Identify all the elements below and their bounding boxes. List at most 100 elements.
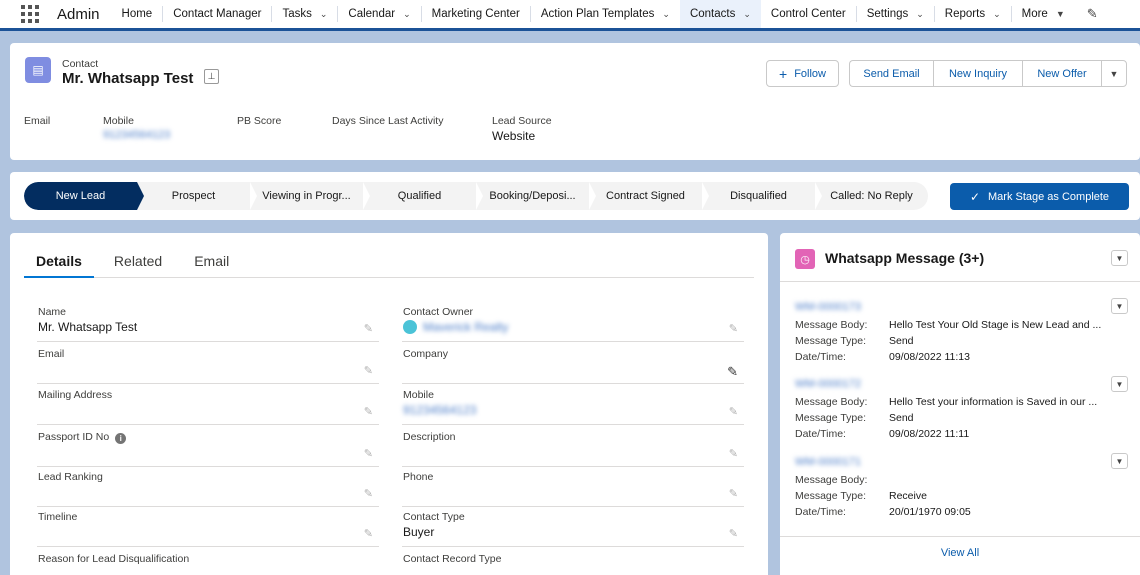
highlight-value[interactable]: 91234564123 [103,129,170,141]
send-email-button[interactable]: Send Email [849,60,933,87]
edit-pencil-icon[interactable]: ✎ [364,447,373,460]
highlight-label: Days Since Last Activity [332,115,444,127]
field-label: Name [38,306,67,318]
tab-email[interactable]: Email [182,247,241,278]
highlight-label: Lead Source [492,115,552,127]
send-email-label: Send Email [863,67,920,80]
field-label: Contact Owner [403,306,474,318]
edit-pencil-icon[interactable]: ✎ [729,527,738,540]
whatsapp-message-icon: ◷ [795,249,815,269]
stage-label: Booking/Deposi... [489,190,576,202]
stage-path: New Lead Prospect Viewing in Progr... Qu… [10,172,1140,220]
row-actions-button[interactable]: ▼ [1111,298,1128,314]
nav-item-tasks[interactable]: Tasks ⌄ [272,0,337,28]
app-name: Admin [57,5,100,23]
chevron-down-icon[interactable]: ⌄ [662,9,670,20]
nav-item-contact-manager[interactable]: Contact Manager [163,0,271,28]
message-item: WM-0000173 Message Body: Hello Test Your … [795,301,1135,365]
message-name-link[interactable]: WM-0000173 [795,301,1135,317]
edit-pencil-icon[interactable]: ✎ [364,527,373,540]
chevron-down-icon[interactable]: ⌄ [916,9,924,20]
chevron-down-icon[interactable]: ⌄ [743,9,751,20]
highlight-value: Website [492,129,536,143]
field-contact-record-type: Contact Record Type [402,551,744,575]
edit-pencil-icon[interactable]: ✎ [727,364,738,380]
contact-card-icon: ▤ [25,57,51,83]
chevron-down-icon[interactable]: ⌄ [993,9,1001,20]
tab-details[interactable]: Details [24,247,94,278]
tab-related[interactable]: Related [102,247,174,278]
nav-item-action-plan-templates[interactable]: Action Plan Templates ⌄ [531,0,680,28]
new-inquiry-button[interactable]: New Inquiry [933,60,1022,87]
path-stage-booking-deposit[interactable]: Booking/Deposi... [476,182,596,210]
row-actions-button[interactable]: ▼ [1111,453,1128,469]
app-launcher-waffle-icon[interactable] [21,5,39,23]
row-actions-button[interactable]: ▼ [1111,376,1128,392]
nav-item-more[interactable]: More ▼ [1012,0,1075,28]
field-passport-id-no: Passport ID No i ✎ [37,429,379,467]
path-stage-called-no-reply[interactable]: Called: No Reply [815,182,928,210]
hierarchy-button[interactable]: ⊥ [204,69,219,84]
chevron-down-icon[interactable]: ⌄ [320,9,328,20]
chevron-down-icon[interactable]: ⌄ [403,9,411,20]
nav-item-reports[interactable]: Reports ⌄ [935,0,1011,28]
field-name: Name Mr. Whatsapp Test ✎ [37,304,379,342]
field-value[interactable]: 91234564123 [403,403,476,417]
edit-pencil-icon[interactable]: ✎ [729,405,738,418]
field-label: Reason for Lead Disqualification [38,553,190,565]
field-label: Contact Type [403,511,465,523]
path-stage-disqualified[interactable]: Disqualified [702,182,822,210]
nav-item-settings[interactable]: Settings ⌄ [857,0,934,28]
nav-item-label: Tasks [282,8,312,20]
edit-pencil-icon[interactable]: ✎ [364,322,373,335]
edit-nav-pencil-icon[interactable]: ✎ [1087,6,1098,22]
nav-item-control-center[interactable]: Control Center [761,0,856,28]
owner-link[interactable]: Maverick Realty [423,320,508,334]
info-icon[interactable]: i [115,433,127,444]
list-actions-button[interactable]: ▼ [1111,250,1128,266]
more-actions-button[interactable]: ▼ [1101,60,1127,87]
path-stage-viewing-in-progress[interactable]: Viewing in Progr... [250,182,370,210]
message-name-link[interactable]: WM-0000171 [795,456,1135,472]
row-key: Message Type: [795,412,867,424]
nav-item-calendar[interactable]: Calendar ⌄ [338,0,420,28]
path-stage-contract-signed[interactable]: Contract Signed [589,182,709,210]
field-label: Email [38,348,65,360]
divider [780,281,1140,282]
nav-item-label: Reports [944,8,986,20]
row-key: Date/Time: [795,351,846,363]
follow-group: + Follow [766,60,839,87]
nav-item-marketing-center[interactable]: Marketing Center [422,0,530,28]
stage-label: Qualified [397,190,442,202]
new-inquiry-label: New Inquiry [948,67,1008,80]
nav-item-home[interactable]: Home [112,0,163,28]
change-owner-icon[interactable]: ✎ [729,322,738,335]
path-stage-new-lead[interactable]: New Lead [24,182,144,210]
highlight-label: Mobile [103,115,134,127]
highlight-days-since-last-activity: Days Since Last Activity [332,115,443,129]
caret-down-icon[interactable]: ▼ [1056,9,1065,19]
edit-pencil-icon[interactable]: ✎ [364,487,373,500]
edit-pencil-icon[interactable]: ✎ [364,364,373,377]
edit-pencil-icon[interactable]: ✎ [729,447,738,460]
stage-label: Viewing in Progr... [262,190,351,202]
field-description: Description ✎ [402,429,744,467]
mark-stage-complete-button[interactable]: ✓ Mark Stage as Complete [950,183,1129,210]
global-navigation: Admin Home Contact Manager Tasks ⌄ Calend… [0,0,1140,31]
new-offer-button[interactable]: New Offer [1022,60,1101,87]
related-list-title[interactable]: Whatsapp Message (3+) [825,250,984,266]
row-key: Date/Time: [795,428,846,440]
highlight-label: Email [24,115,51,127]
path-stage-prospect[interactable]: Prospect [137,182,257,210]
edit-pencil-icon[interactable]: ✎ [729,487,738,500]
field-timeline: Timeline ✎ [37,509,379,547]
view-all-link[interactable]: View All [780,547,1140,559]
path-stage-qualified[interactable]: Qualified [363,182,483,210]
message-name-link[interactable]: WM-0000172 [795,378,1135,394]
row-value: Hello Test your information is Saved in … [889,396,1098,408]
nav-item-label: Calendar [348,8,396,20]
edit-pencil-icon[interactable]: ✎ [364,405,373,418]
follow-button[interactable]: + Follow [766,60,839,87]
row-value [889,472,1119,488]
nav-item-contacts[interactable]: Contacts ⌄ [679,0,761,31]
